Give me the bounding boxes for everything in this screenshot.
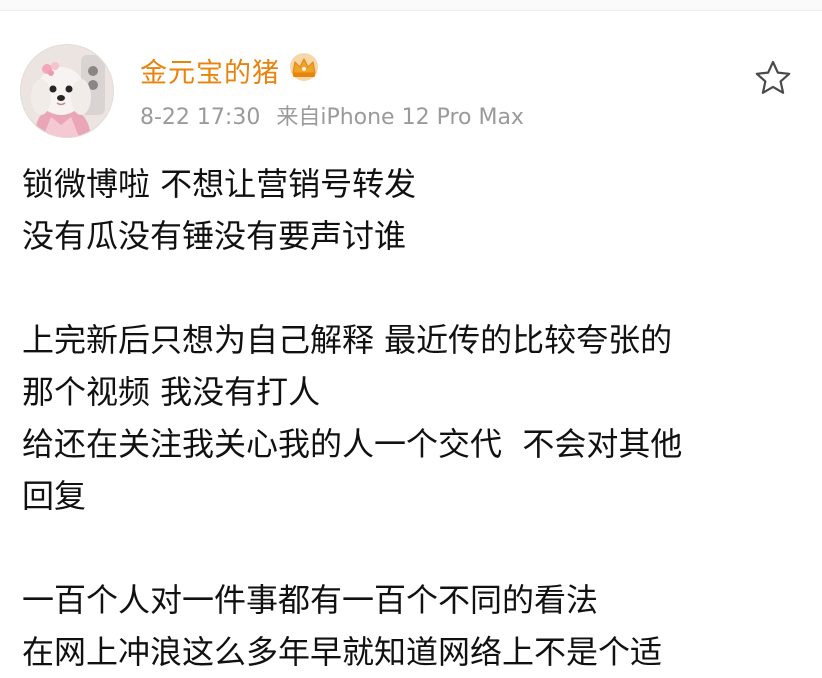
post-line: 上完新后只想为自己解释 最近传的比较夸张的 xyxy=(22,321,673,359)
dog-avatar-image xyxy=(21,45,113,137)
post-meta: 8-22 17:30 来自iPhone 12 Pro Max xyxy=(140,104,524,132)
post-body: 锁微博啦 不想让营销号转发 没有瓜没有锤没有要声讨谁 上完新后只想为自己解释 最… xyxy=(22,158,812,678)
username-text[interactable]: 金元宝的猪 xyxy=(140,58,280,89)
crown-icon xyxy=(286,51,322,92)
post-line: 回复 xyxy=(22,477,87,515)
star-icon[interactable] xyxy=(753,58,793,98)
post-line: 给还在关注我关心我的人一个交代 不会对其他 xyxy=(22,425,683,463)
username[interactable]: 金元宝的猪 xyxy=(140,51,322,95)
post-line: 在网上冲浪这么多年早就知道网络上不是个适 xyxy=(22,633,663,671)
post-header: 金元宝的猪 8-22 17:30 来自iPhone 12 Pro Max xyxy=(20,44,810,140)
post-time: 8-22 17:30 xyxy=(140,105,261,130)
post-source: 来自iPhone 12 Pro Max xyxy=(276,105,524,130)
post-line: 没有瓜没有锤没有要声讨谁 xyxy=(22,217,407,255)
top-divider xyxy=(0,0,822,11)
post-line: 一百个人对一件事都有一百个不同的看法 xyxy=(22,581,599,619)
post-line: 那个视频 我没有打人 xyxy=(22,373,321,411)
post-line: 锁微博啦 不想让营销号转发 xyxy=(22,165,417,203)
dog-avatar[interactable] xyxy=(20,44,114,138)
